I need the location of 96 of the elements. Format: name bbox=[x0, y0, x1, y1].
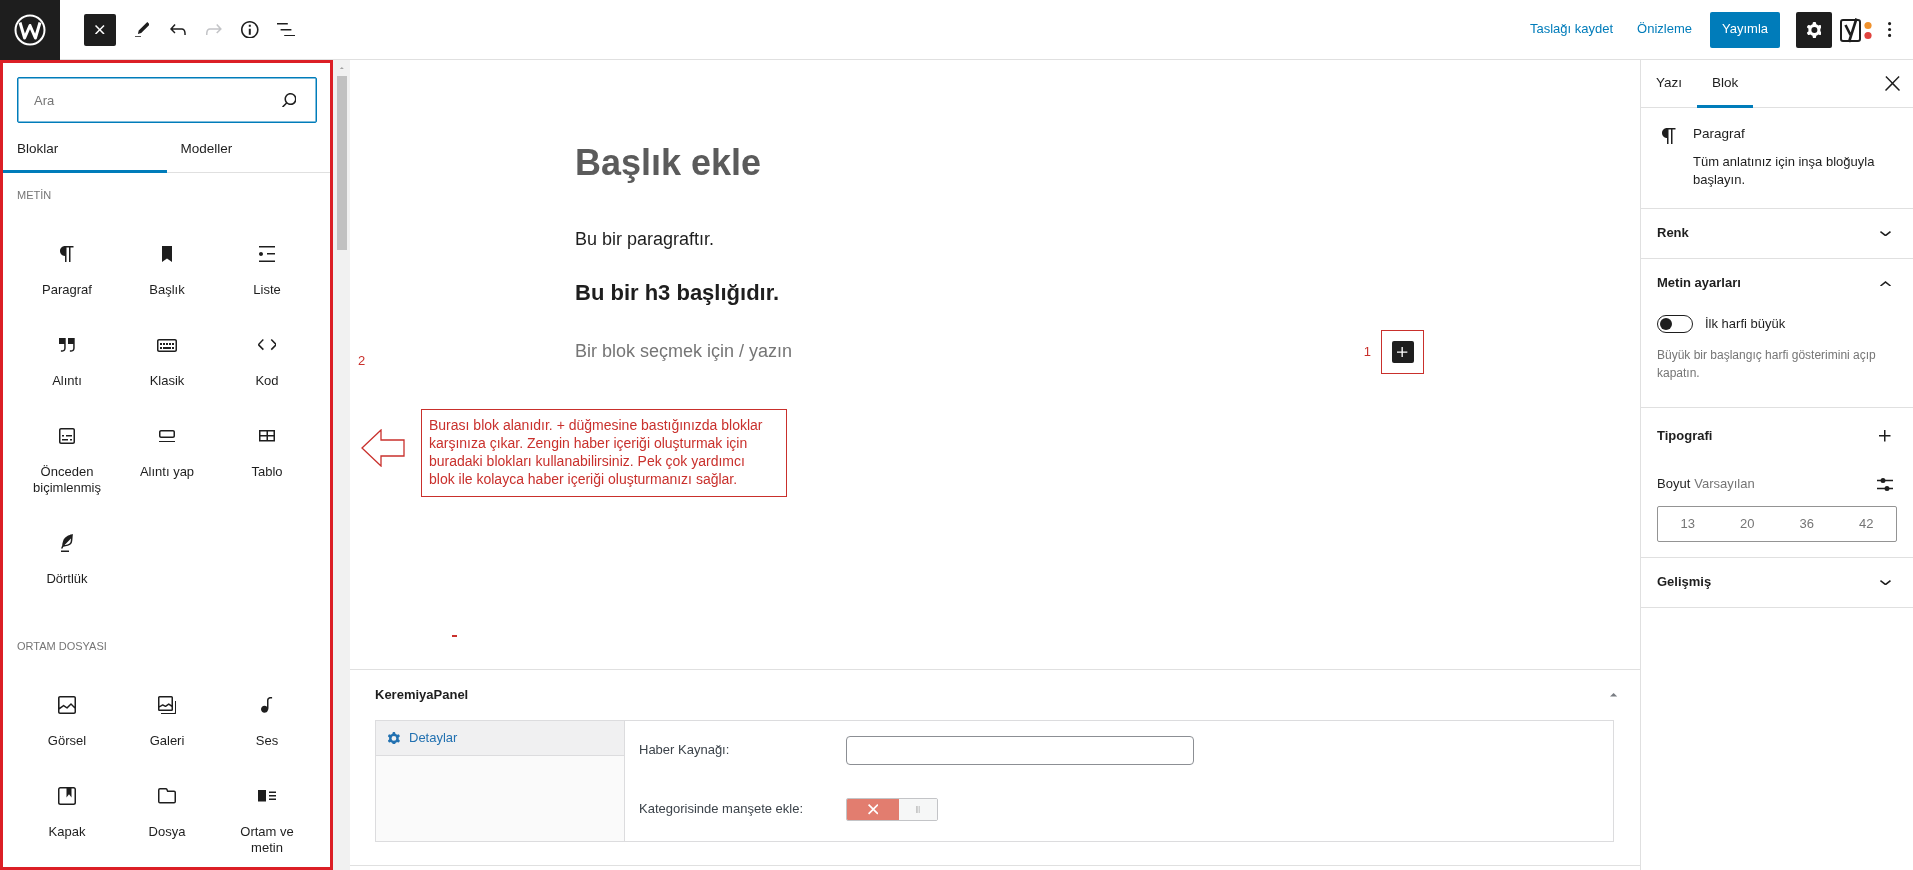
keyboard-icon bbox=[157, 338, 177, 352]
block-item[interactable]: Galeri bbox=[117, 681, 217, 772]
pilcrow-icon bbox=[60, 246, 74, 262]
block-item[interactable]: Kapak bbox=[17, 772, 117, 867]
publish-button[interactable]: Yayımla bbox=[1710, 11, 1780, 48]
panel-header-button[interactable]: Metin ayarları bbox=[1641, 259, 1913, 308]
add-block-button[interactable] bbox=[1391, 340, 1414, 363]
close-button[interactable] bbox=[84, 13, 116, 46]
cover-icon bbox=[58, 787, 76, 805]
image-icon bbox=[58, 696, 76, 714]
info-icon[interactable] bbox=[241, 20, 259, 39]
block-item[interactable]: Dosya bbox=[117, 772, 217, 867]
field-label: Kategorisinde manşete ekle: bbox=[639, 800, 805, 819]
annotation-note: Burası blok alanıdır. + düğmesine bastığınızda bloklar karşınıza çıkar. Zengin haber içeriği oluşturmak için buradaki blokları kullanabilirsiniz. Pek çok yardımcı blok ile kolayca haber içeriği oluşturmanızı sağlar. bbox=[421, 409, 787, 497]
folder-icon bbox=[158, 788, 176, 804]
annotation-number: 2 bbox=[358, 352, 366, 370]
block-item[interactable]: Alıntı yap bbox=[117, 412, 217, 519]
panel-header-button[interactable]: Renk bbox=[1641, 209, 1913, 258]
block-item[interactable]: Önceden biçimlenmiş bbox=[17, 412, 117, 519]
settings-button[interactable] bbox=[1796, 11, 1832, 48]
font-size-value: Varsayılan bbox=[1694, 475, 1755, 493]
close-icon bbox=[95, 24, 105, 35]
meta-tab[interactable]: Detaylar bbox=[376, 721, 624, 756]
empty-block-field[interactable]: Bir blok seçmek için / yazın bbox=[575, 337, 1364, 367]
search-icon[interactable] bbox=[281, 92, 297, 108]
list-view-icon[interactable] bbox=[277, 22, 295, 37]
code-brackets-icon bbox=[257, 339, 277, 351]
block-item[interactable]: Ses bbox=[217, 681, 317, 772]
block-item[interactable]: Görsel bbox=[17, 681, 117, 772]
dash-mark-icon bbox=[452, 635, 457, 637]
grip-icon bbox=[916, 805, 920, 814]
paragraph-block[interactable]: Bu bir paragraftır. bbox=[575, 225, 1415, 254]
block-item[interactable]: Ortam ve metin bbox=[217, 772, 317, 867]
left-arrow-icon bbox=[361, 429, 405, 467]
help-text: Büyük bir başlangıç harfi gösterimini açıp kapatın. bbox=[1657, 347, 1877, 382]
panel-title: KeremiyaPanel bbox=[375, 685, 469, 704]
block-item[interactable]: Liste bbox=[217, 230, 317, 321]
font-size-picker[interactable]: 13 20 36 42 bbox=[1657, 506, 1897, 542]
gallery-icon bbox=[157, 695, 177, 715]
more-options-icon[interactable] bbox=[1888, 22, 1892, 37]
font-size-option[interactable]: 36 bbox=[1777, 507, 1837, 541]
list-icon bbox=[259, 246, 275, 262]
plugin-logo-icon[interactable] bbox=[1840, 16, 1874, 43]
quote-icon bbox=[59, 338, 75, 352]
close-icon[interactable] bbox=[1884, 76, 1900, 91]
block-item[interactable]: Alıntı bbox=[17, 321, 117, 412]
block-item[interactable]: Klasik bbox=[117, 321, 217, 412]
switch-toggle[interactable] bbox=[846, 798, 938, 821]
sliders-icon[interactable] bbox=[1877, 477, 1893, 491]
category-heading: ORTAM DOSYASI bbox=[16, 639, 108, 654]
category-heading: METİN bbox=[16, 188, 53, 203]
block-title: Paragraf bbox=[1693, 125, 1746, 143]
block-item[interactable]: Başlık bbox=[117, 230, 217, 321]
heading-block[interactable]: Bu bir h3 başlığıdır. bbox=[575, 278, 1415, 309]
table-icon bbox=[259, 430, 275, 442]
block-item[interactable]: Dörtlük bbox=[17, 519, 117, 610]
undo-icon[interactable] bbox=[170, 23, 186, 36]
panel-title: Tipografi bbox=[1657, 426, 1713, 445]
font-size-option[interactable]: 20 bbox=[1717, 507, 1777, 541]
inserter-tab[interactable]: Bloklar bbox=[3, 125, 167, 173]
triangle-up-icon[interactable] bbox=[1610, 693, 1618, 697]
font-size-option[interactable]: 42 bbox=[1836, 507, 1896, 541]
block-item[interactable]: Paragraf bbox=[17, 230, 117, 321]
search-field[interactable]: Ara bbox=[17, 77, 317, 123]
media-text-icon bbox=[258, 790, 276, 802]
plus-icon bbox=[1397, 346, 1408, 357]
text-input-field[interactable] bbox=[846, 736, 1194, 765]
preview-button[interactable]: Önizleme bbox=[1625, 11, 1704, 48]
sidebar-tab[interactable]: Yazı bbox=[1641, 59, 1697, 108]
save-draft-button[interactable]: Taslağı kaydet bbox=[1517, 11, 1626, 48]
logo-icon[interactable] bbox=[0, 0, 60, 60]
post-title-field[interactable]: Başlık ekle bbox=[575, 141, 1415, 185]
font-size-option[interactable]: 13 bbox=[1658, 507, 1718, 541]
pilcrow-icon bbox=[1662, 128, 1676, 144]
toggle-label: İlk harfi büyük bbox=[1705, 314, 1786, 333]
pullquote-icon bbox=[159, 429, 175, 443]
panel-header-button[interactable]: Gelişmiş bbox=[1641, 558, 1913, 607]
settings-icon bbox=[1806, 21, 1822, 38]
x-icon bbox=[867, 804, 879, 815]
inserter-tab[interactable]: Modeller bbox=[166, 125, 330, 173]
block-item[interactable]: Kod bbox=[217, 321, 317, 412]
scrollbar-thumb[interactable] bbox=[336, 76, 347, 250]
annotation-number: 1 bbox=[1363, 342, 1371, 361]
font-size-label: Boyut bbox=[1657, 475, 1691, 493]
text-frame-icon bbox=[59, 428, 75, 444]
feather-icon bbox=[61, 534, 73, 552]
pencil-icon[interactable] bbox=[134, 21, 150, 38]
plus-icon[interactable] bbox=[1879, 430, 1891, 442]
gear-icon bbox=[388, 731, 400, 745]
field-label: Haber Kaynağı: bbox=[639, 741, 731, 760]
scrollbar[interactable] bbox=[333, 60, 350, 870]
block-description: Tüm anlatınız için inşa bloğuyla başlayın. bbox=[1693, 153, 1876, 189]
sidebar-tab[interactable]: Blok bbox=[1697, 59, 1754, 108]
block-item[interactable]: Tablo bbox=[217, 412, 317, 519]
bookmark-icon bbox=[162, 246, 172, 262]
music-note-icon bbox=[261, 697, 273, 713]
